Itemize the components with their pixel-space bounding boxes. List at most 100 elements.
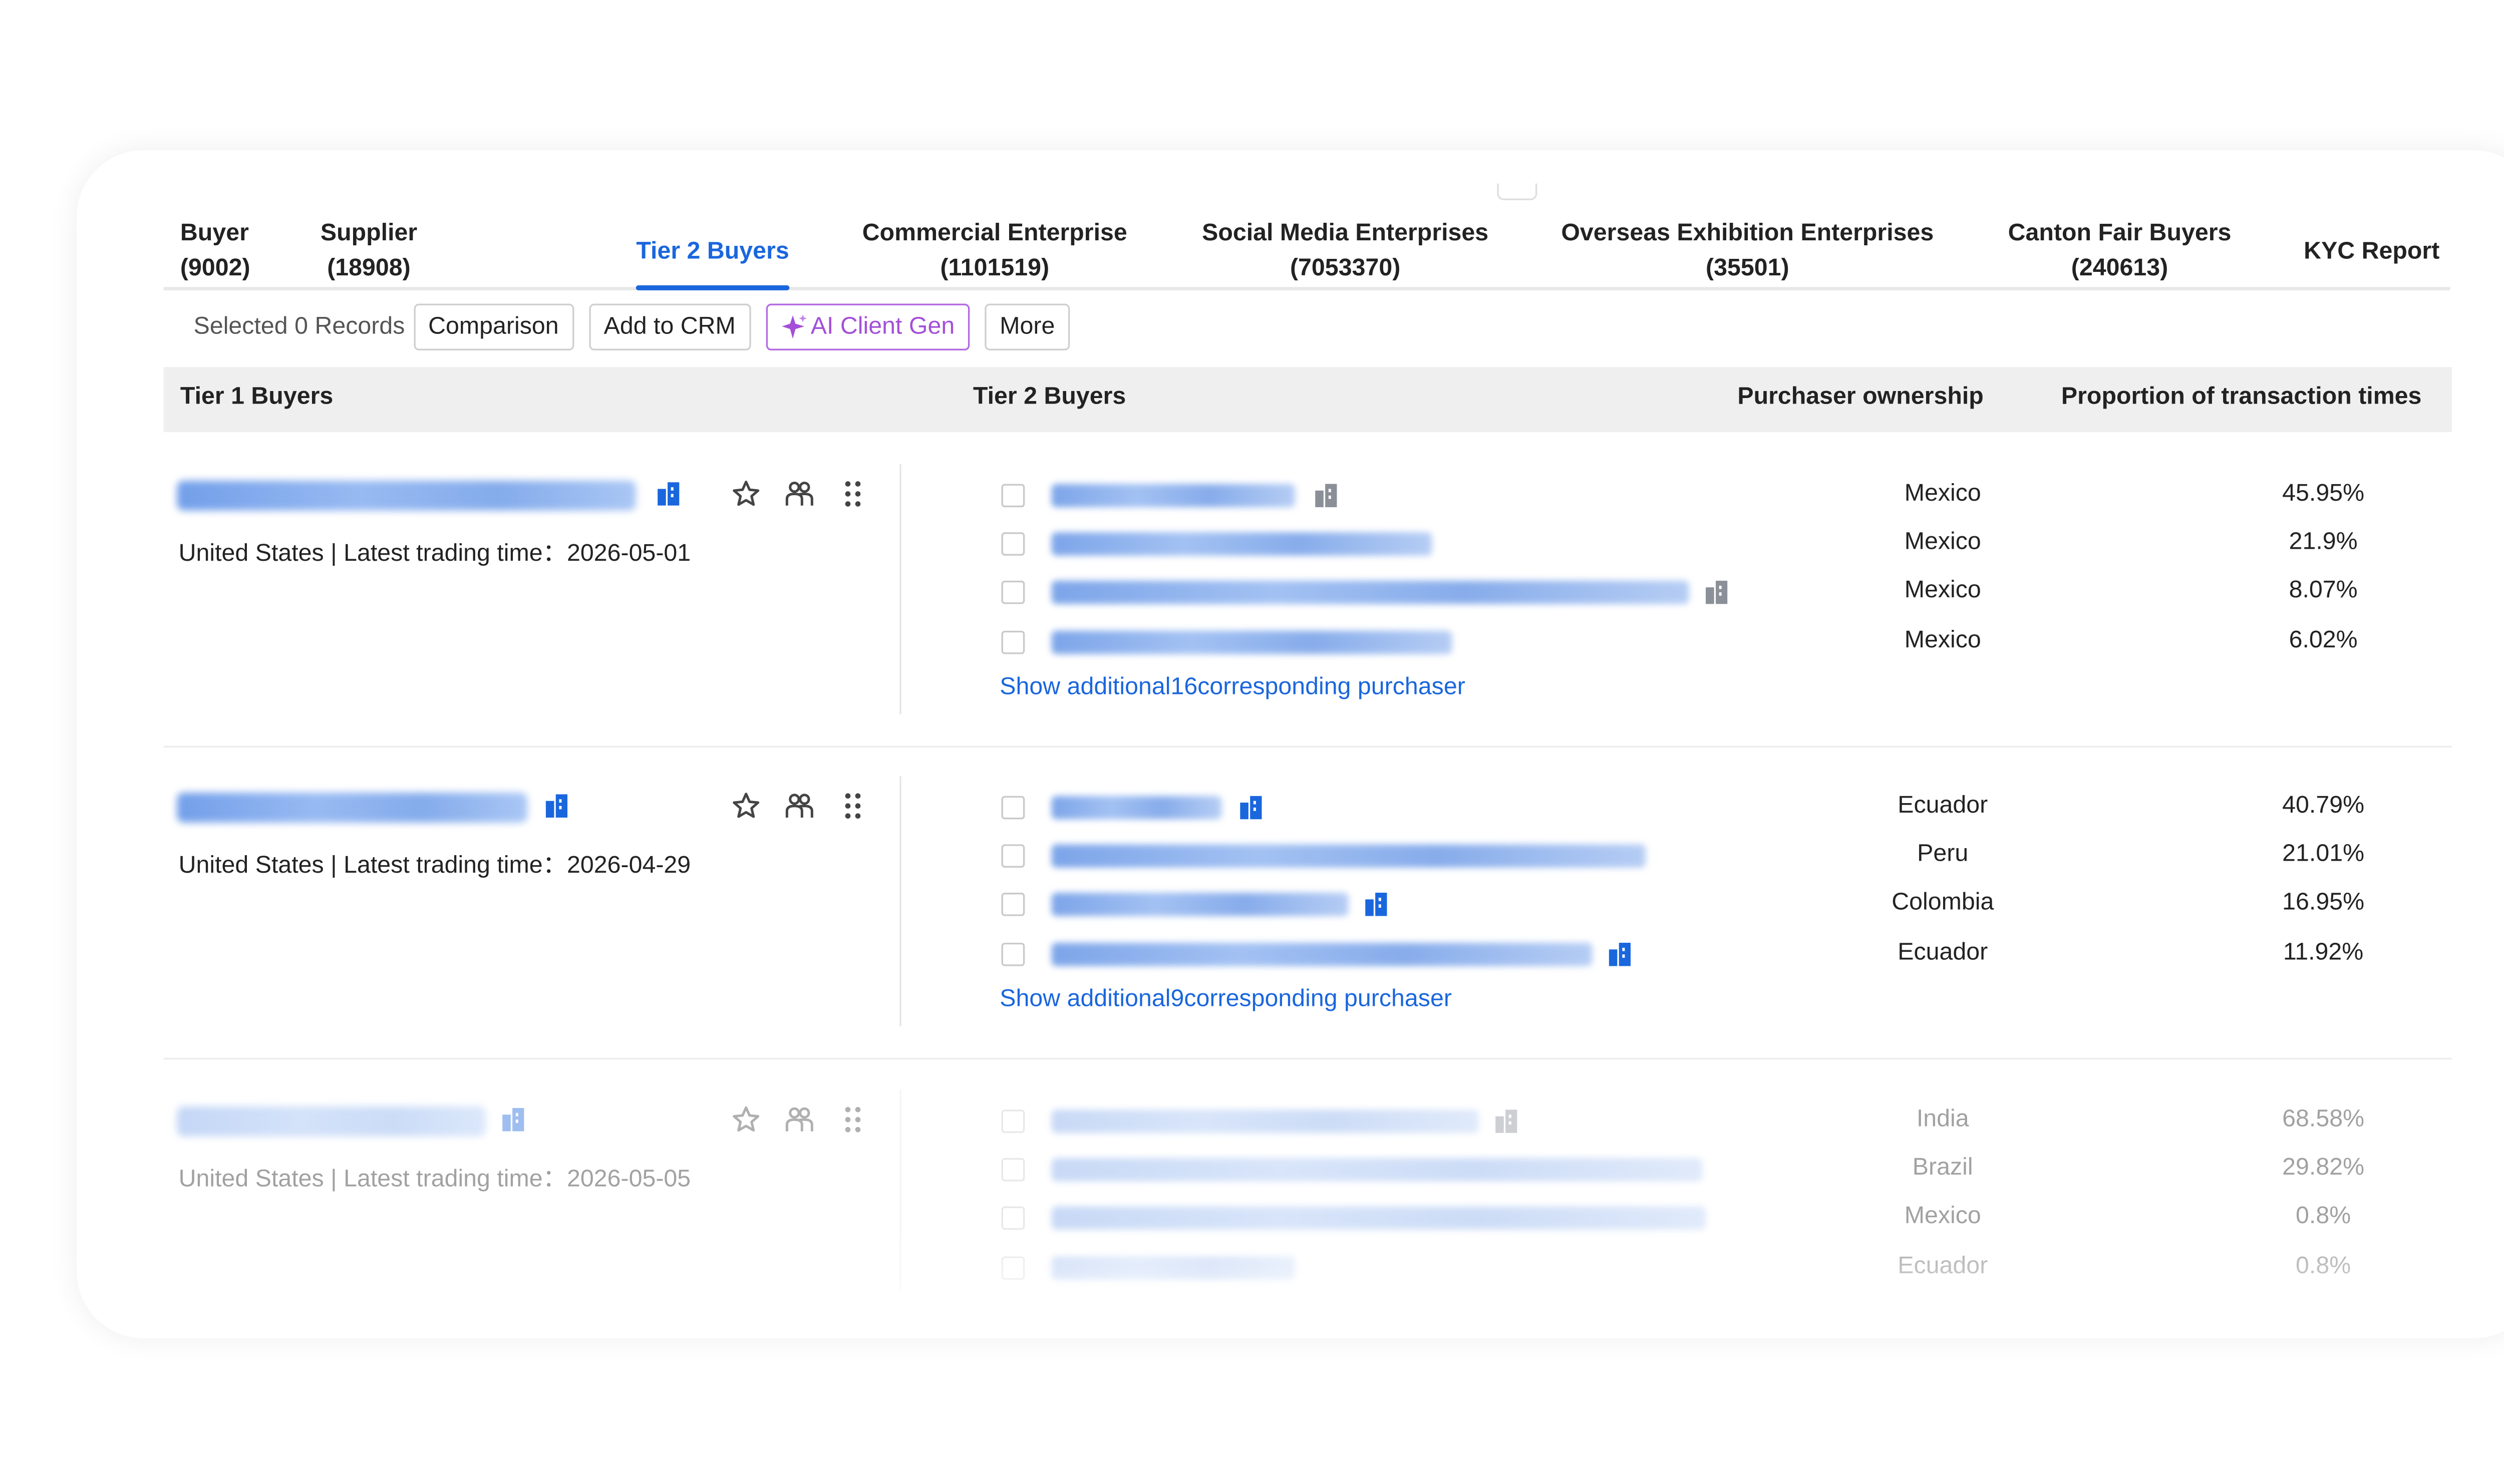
row-actions [731, 479, 868, 509]
tab-label: Commercial Enterprise [862, 220, 1127, 247]
tier1-buyer-name[interactable] [177, 480, 636, 511]
company-building-icon[interactable] [1706, 580, 1728, 604]
show-additional-purchasers-link[interactable]: Show additional9corresponding purchaser [1000, 986, 1452, 1013]
purchaser-country: India [1916, 1106, 1969, 1133]
purchaser-country: Ecuador [1898, 1253, 1988, 1280]
tab-tier2-buyers[interactable]: Tier 2 Buyers [636, 217, 790, 290]
comparison-button[interactable]: Comparison [413, 303, 574, 350]
tier2-buyer-name[interactable] [1051, 1158, 1703, 1182]
contacts-icon[interactable] [784, 1104, 814, 1135]
transaction-proportion: 29.82% [2282, 1155, 2365, 1182]
tab-count: (35501) [1706, 255, 1789, 282]
main-card: Buyer (9002) Supplier (18908) Tier 2 Buy… [77, 150, 2504, 1338]
purchaser-country: Mexico [1904, 529, 1981, 556]
company-building-icon[interactable] [658, 482, 680, 506]
tier2-buyer-name[interactable] [1051, 892, 1349, 916]
company-building-icon[interactable] [1495, 1109, 1517, 1133]
tab-label: Tier 2 Buyers [636, 237, 789, 265]
purchaser-country: Mexico [1904, 577, 1981, 604]
tab-social-media-enterprises[interactable]: Social Media Enterprises (7053370) [1197, 217, 1494, 287]
contacts-icon[interactable] [784, 479, 814, 509]
purchaser-country: Colombia [1892, 889, 1994, 916]
tab-supplier[interactable]: Supplier (18908) [321, 217, 417, 287]
more-button[interactable]: More [985, 303, 1070, 350]
sparkle-icon [781, 314, 807, 339]
tab-canton-fair-buyers[interactable]: Canton Fair Buyers (240613) [2003, 217, 2237, 287]
column-divider [899, 464, 901, 714]
purchaser-checkbox[interactable] [1001, 580, 1025, 604]
tab-label: KYC Report [2304, 237, 2440, 265]
selected-records-text: Selected 0 Records [193, 313, 405, 340]
star-icon[interactable] [731, 791, 761, 821]
tab-overseas-exhibition[interactable]: Overseas Exhibition Enterprises (35501) [1555, 217, 1940, 287]
transaction-proportion: 8.07% [2289, 577, 2358, 604]
purchaser-country: Mexico [1904, 627, 1981, 654]
tab-count: (7053370) [1290, 255, 1401, 282]
company-building-icon[interactable] [545, 794, 568, 818]
transaction-proportion: 40.79% [2282, 793, 2365, 820]
row-divider [163, 1057, 2452, 1060]
tier2-buyer-name[interactable] [1051, 1109, 1479, 1133]
purchaser-checkbox[interactable] [1001, 630, 1025, 654]
star-icon[interactable] [731, 1104, 761, 1135]
ai-client-gen-button[interactable]: AI Client Gen [765, 303, 970, 350]
column-divider [899, 776, 901, 1026]
purchaser-checkbox[interactable] [1001, 484, 1025, 508]
tab-buyer[interactable]: Buyer (9002) [180, 217, 250, 287]
company-building-icon[interactable] [1315, 484, 1337, 508]
tier2-buyer-name[interactable] [1051, 580, 1689, 604]
purchaser-checkbox[interactable] [1001, 1256, 1025, 1280]
purchaser-country: Peru [1917, 841, 1969, 868]
company-building-icon[interactable] [1240, 796, 1262, 820]
transaction-proportion: 0.8% [2296, 1253, 2351, 1280]
tab-commercial-enterprise[interactable]: Commercial Enterprise (1101519) [856, 217, 1133, 287]
purchaser-checkbox[interactable] [1001, 1158, 1025, 1182]
show-additional-purchasers-link[interactable]: Show additional16corresponding purchaser [1000, 674, 1465, 700]
tab-label: Supplier [320, 220, 418, 247]
tier1-buyer-meta: United States | Latest trading time：2026… [178, 540, 691, 568]
contacts-icon[interactable] [784, 791, 814, 821]
purchaser-country: Mexico [1904, 1203, 1981, 1230]
header-tier1-buyers: Tier 1 Buyers [180, 384, 334, 411]
tier2-buyer-name[interactable] [1051, 484, 1296, 508]
purchaser-checkbox[interactable] [1001, 892, 1025, 916]
add-to-crm-button[interactable]: Add to CRM [588, 303, 751, 350]
purchaser-country: Ecuador [1898, 793, 1988, 820]
tier2-buyer-name[interactable] [1051, 532, 1432, 556]
transaction-proportion: 11.92% [2283, 939, 2364, 966]
purchaser-country: Brazil [1912, 1155, 1973, 1182]
purchaser-country: Mexico [1904, 480, 1981, 508]
company-building-icon[interactable] [1365, 892, 1387, 916]
company-building-icon[interactable] [502, 1107, 524, 1132]
purchaser-checkbox[interactable] [1001, 1206, 1025, 1230]
table-header: Tier 1 Buyers Tier 2 Buyers Purchaser ow… [163, 367, 2452, 433]
column-divider [899, 1089, 901, 1290]
tab-label: Overseas Exhibition Enterprises [1561, 220, 1934, 247]
purchaser-checkbox[interactable] [1001, 844, 1025, 868]
tier2-buyer-name[interactable] [1051, 630, 1452, 654]
tab-kyc-report[interactable]: KYC Report [2300, 217, 2443, 287]
drag-handle-icon[interactable] [838, 479, 868, 509]
app-stage: Buyer (9002) Supplier (18908) Tier 2 Buy… [0, 0, 2504, 1483]
tier2-buyer-name[interactable] [1051, 796, 1222, 820]
drag-handle-icon[interactable] [838, 791, 868, 821]
tier2-buyer-name[interactable] [1051, 844, 1646, 868]
transaction-proportion: 21.01% [2282, 841, 2365, 868]
tier2-buyer-name[interactable] [1051, 1256, 1296, 1280]
tier1-buyer-name[interactable] [177, 1106, 486, 1137]
purchaser-checkbox[interactable] [1001, 796, 1025, 820]
purchaser-checkbox[interactable] [1001, 1109, 1025, 1133]
header-proportion: Proportion of transaction times [2061, 384, 2422, 411]
transaction-proportion: 0.8% [2296, 1203, 2351, 1230]
company-building-icon[interactable] [1609, 942, 1631, 966]
star-icon[interactable] [731, 479, 761, 509]
row-actions [731, 791, 868, 821]
purchaser-checkbox[interactable] [1001, 532, 1025, 556]
tier2-buyer-name[interactable] [1051, 942, 1593, 966]
drag-handle-icon[interactable] [838, 1104, 868, 1135]
tier1-buyer-name[interactable] [177, 793, 528, 823]
collapse-handle[interactable] [1497, 183, 1537, 200]
tier2-buyer-name[interactable] [1051, 1206, 1706, 1230]
transaction-proportion: 68.58% [2282, 1106, 2365, 1133]
purchaser-checkbox[interactable] [1001, 942, 1025, 966]
